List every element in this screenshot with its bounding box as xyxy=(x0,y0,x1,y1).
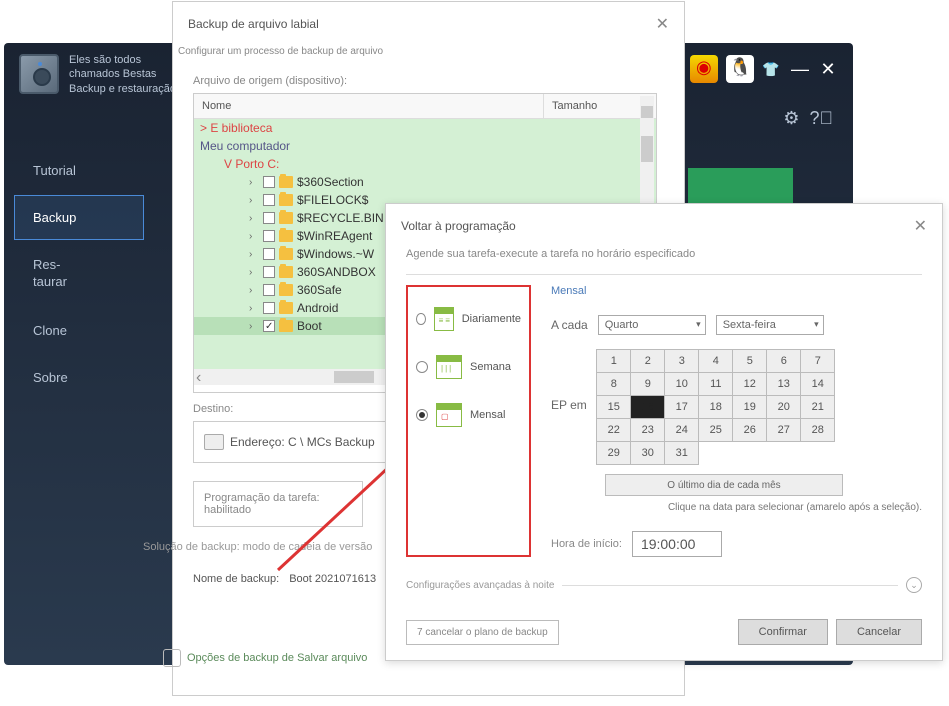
tree-drive-c[interactable]: V Porto C: xyxy=(194,155,656,173)
sidebar-backup[interactable]: Backup xyxy=(14,195,144,240)
chevron-down-icon[interactable]: ⌄ xyxy=(906,577,922,593)
dialog2-close-icon[interactable]: ✕ xyxy=(914,216,927,236)
folder-icon xyxy=(279,302,293,314)
advanced-label[interactable]: Configurações avançadas à noite xyxy=(406,580,554,591)
calendar-day-27[interactable]: 27 xyxy=(766,418,801,442)
sidebar-restore[interactable]: Res-taurar xyxy=(14,242,144,306)
cancel-plan-button[interactable]: 7 cancelar o plano de backup xyxy=(406,620,559,645)
disk-icon xyxy=(204,434,224,450)
freq-daily[interactable]: Diariamente xyxy=(412,295,525,343)
options-icon xyxy=(163,649,181,667)
calendar-day-8[interactable]: 8 xyxy=(596,372,631,396)
calendar-day-29[interactable]: 29 xyxy=(596,441,631,465)
calendar-day-19[interactable]: 19 xyxy=(732,395,767,419)
dialog1-close-icon[interactable]: ✕ xyxy=(656,14,669,34)
calendar-day-3[interactable]: 3 xyxy=(664,349,699,373)
calendar-day-25[interactable]: 25 xyxy=(698,418,733,442)
folder-icon xyxy=(279,266,293,278)
qq-icon[interactable] xyxy=(726,55,754,83)
each-label: A cada xyxy=(551,318,588,332)
calendar-day-24[interactable]: 24 xyxy=(664,418,699,442)
dest-path: Endereço: C \ MCs Backup xyxy=(230,435,375,449)
dialog2-subtitle: Agende sua tarefa-execute a tarefa no ho… xyxy=(406,248,922,260)
theme-icon[interactable] xyxy=(762,61,782,77)
cancel-button-2[interactable]: Cancelar xyxy=(836,619,922,645)
calendar-day-9[interactable]: 9 xyxy=(630,372,665,396)
task-schedule-box[interactable]: Programação da tarefa: habilitado xyxy=(193,481,363,527)
calendar-day-13[interactable]: 13 xyxy=(766,372,801,396)
col-name[interactable]: Nome xyxy=(194,94,544,118)
month-label: Mensal xyxy=(551,285,922,297)
name-label: Nome de backup: xyxy=(193,573,279,585)
ep-label: EP em xyxy=(551,398,587,412)
name-value: Boot 2021071613 xyxy=(289,573,376,585)
tree-item[interactable]: ›$360Section xyxy=(194,173,656,191)
calendar-day-18[interactable]: 18 xyxy=(698,395,733,419)
calendar-day-12[interactable]: 12 xyxy=(732,372,767,396)
last-day-button[interactable]: O último dia de cada mês xyxy=(605,474,843,496)
help-icon[interactable]: ?⃝ xyxy=(809,108,833,129)
settings-icon[interactable]: ⚙ xyxy=(783,108,799,129)
time-label: Hora de início: xyxy=(551,538,622,550)
folder-icon xyxy=(279,212,293,224)
tree-mycomputer[interactable]: Meu computador xyxy=(194,137,656,155)
folder-icon xyxy=(279,284,293,296)
calendar-day-30[interactable]: 30 xyxy=(630,441,665,465)
dialog1-subtitle: Configurar um processo de backup de arqu… xyxy=(178,46,664,65)
freq-weekly[interactable]: Semana xyxy=(412,343,525,391)
app-title-3: Backup e restauração xyxy=(69,82,176,96)
close-button[interactable]: ✕ xyxy=(818,59,838,80)
folder-icon xyxy=(279,230,293,242)
calendar-day-14[interactable]: 14 xyxy=(800,372,835,396)
dialog1-title: Backup de arquivo labial xyxy=(188,17,319,31)
sidebar: Tutorial Backup Res-taurar Clone Sobre xyxy=(14,148,144,402)
calendar-daily-icon xyxy=(434,307,454,331)
calendar-day-15[interactable]: 15 xyxy=(596,395,631,419)
folder-icon xyxy=(279,194,293,206)
ordinal-select[interactable]: Quarto xyxy=(598,315,706,335)
calendar-day-23[interactable]: 23 xyxy=(630,418,665,442)
weekday-select[interactable]: Sexta-feira xyxy=(716,315,824,335)
calendar-day-20[interactable]: 20 xyxy=(766,395,801,419)
calendar-day-16[interactable]: 16 xyxy=(630,395,665,419)
calendar-monthly-icon xyxy=(436,403,462,427)
sidebar-tutorial[interactable]: Tutorial xyxy=(14,148,144,193)
confirm-button[interactable]: Confirmar xyxy=(738,619,828,645)
calendar-day-2[interactable]: 2 xyxy=(630,349,665,373)
calendar-hint: Clique na data para selecionar (amarelo … xyxy=(551,502,922,513)
calendar-grid: 1234567891011121314151617181920212223242… xyxy=(597,349,835,464)
calendar-day-28[interactable]: 28 xyxy=(800,418,835,442)
sidebar-clone[interactable]: Clone xyxy=(14,308,144,353)
time-input[interactable]: 19:00:00 xyxy=(632,531,722,557)
calendar-day-5[interactable]: 5 xyxy=(732,349,767,373)
folder-icon xyxy=(279,248,293,260)
app-title-1: Eles são todos xyxy=(69,53,176,67)
folder-icon xyxy=(279,176,293,188)
calendar-day-7[interactable]: 7 xyxy=(800,349,835,373)
source-label: Arquivo de origem (dispositivo): xyxy=(193,75,664,87)
calendar-day-17[interactable]: 17 xyxy=(664,395,699,419)
sidebar-about[interactable]: Sobre xyxy=(14,355,144,400)
freq-monthly[interactable]: Mensal xyxy=(412,391,525,439)
weibo-icon[interactable] xyxy=(690,55,718,83)
dialog2-title: Voltar à programação xyxy=(401,219,516,233)
calendar-day-21[interactable]: 21 xyxy=(800,395,835,419)
calendar-day-31[interactable]: 31 xyxy=(664,441,699,465)
calendar-day-26[interactable]: 26 xyxy=(732,418,767,442)
minimize-button[interactable]: — xyxy=(790,59,810,80)
checkbox-checked[interactable] xyxy=(263,320,275,332)
calendar-day-11[interactable]: 11 xyxy=(698,372,733,396)
folder-icon xyxy=(279,320,293,332)
schedule-dialog: Voltar à programação ✕ Agende sua tarefa… xyxy=(385,203,943,661)
calendar-day-6[interactable]: 6 xyxy=(766,349,801,373)
tree-library[interactable]: > E biblioteca xyxy=(194,119,656,137)
calendar-day-22[interactable]: 22 xyxy=(596,418,631,442)
app-title-2: chamados Bestas xyxy=(69,67,176,81)
calendar-day-1[interactable]: 1 xyxy=(596,349,631,373)
calendar-weekly-icon xyxy=(436,355,462,379)
safe-icon xyxy=(19,54,59,94)
calendar-day-10[interactable]: 10 xyxy=(664,372,699,396)
frequency-box: Diariamente Semana Mensal xyxy=(406,285,531,557)
calendar-day-4[interactable]: 4 xyxy=(698,349,733,373)
